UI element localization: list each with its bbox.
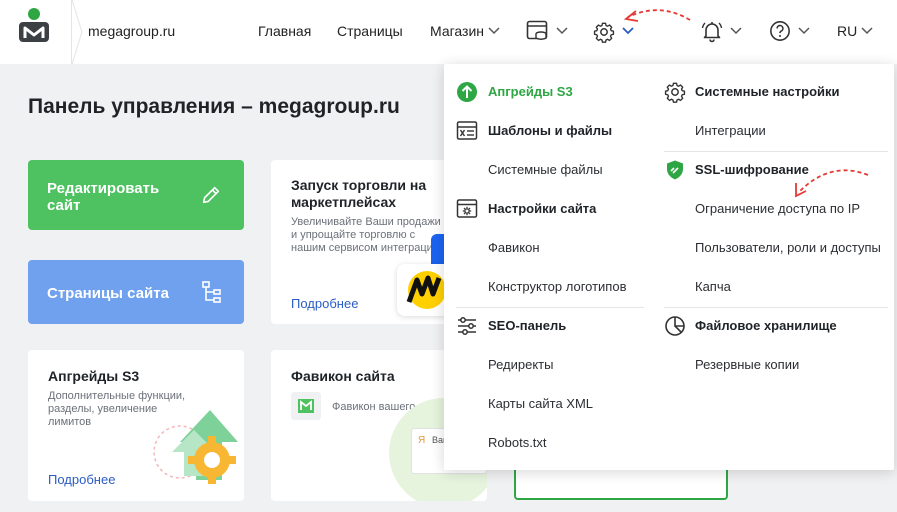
menu-ssl[interactable]: SSL-шифрование — [652, 151, 894, 190]
menu-seo-panel-label: SEO-панель — [488, 318, 567, 333]
menu-site-settings-label: Настройки сайта — [488, 201, 597, 216]
site-settings-icon — [456, 199, 478, 218]
menu-site-settings[interactable]: Настройки сайта — [444, 190, 650, 229]
help-icon[interactable] — [769, 20, 791, 42]
site-domain[interactable]: megagroup.ru — [88, 23, 175, 39]
nav-pages[interactable]: Страницы — [337, 23, 403, 39]
menu-templates-files[interactable]: Шаблоны и файлы — [444, 112, 650, 151]
menu-system-settings-label: Системные настройки — [695, 84, 840, 99]
arrow-up-circle-icon — [457, 82, 477, 102]
menu-backups-label: Резервные копии — [695, 357, 800, 372]
edit-site-label: Редактировать сайт — [47, 180, 160, 214]
chevron-down-icon[interactable] — [622, 27, 634, 35]
upgrades-more-link[interactable]: Подробнее — [48, 472, 115, 487]
top-header: megagroup.ru Главная Страницы Магазин RU — [0, 0, 897, 64]
shield-icon — [667, 160, 683, 180]
marketplaces-description: Увеличивайте Ваши продажи и упрощайте то… — [291, 216, 443, 254]
menu-system-settings[interactable]: Системные настройки — [652, 73, 894, 112]
nav-shop[interactable]: Магазин — [430, 23, 484, 39]
menu-templates-files-label: Шаблоны и файлы — [488, 123, 613, 138]
sliders-icon — [458, 317, 476, 335]
menu-ip-restriction[interactable]: Ограничение доступа по IP — [652, 190, 894, 229]
yandex-y-icon: Я — [418, 435, 426, 446]
menu-robots-txt-label: Robots.txt — [488, 435, 547, 450]
edit-site-button[interactable]: Редактировать сайт — [28, 160, 244, 230]
language-selector[interactable]: RU — [837, 23, 857, 39]
template-icon — [456, 121, 478, 140]
bell-icon[interactable] — [700, 19, 724, 43]
megagroup-logo-icon — [19, 8, 49, 42]
menu-ip-restriction-label: Ограничение доступа по IP — [695, 201, 861, 216]
menu-sitemaps-xml-label: Карты сайта XML — [488, 396, 594, 411]
menu-favicon-label: Фавикон — [488, 240, 540, 255]
background-card-fragment — [514, 470, 728, 500]
chevron-down-icon[interactable] — [488, 27, 500, 35]
menu-logo-constructor[interactable]: Конструктор логотипов — [444, 268, 650, 307]
chevron-down-icon[interactable] — [556, 27, 568, 35]
pie-chart-icon — [665, 316, 685, 336]
upgrade-illustration-icon — [153, 410, 238, 484]
menu-captcha-label: Капча — [695, 279, 731, 294]
chevron-down-icon[interactable] — [861, 27, 873, 35]
chevron-down-icon[interactable] — [798, 27, 810, 35]
menu-file-storage-label: Файловое хранилище — [695, 318, 837, 333]
menu-logo-constructor-label: Конструктор логотипов — [488, 279, 627, 294]
menu-users-roles[interactable]: Пользователи, роли и доступы — [652, 229, 894, 268]
site-pages-label: Страницы сайта — [47, 285, 169, 302]
site-pages-button[interactable]: Страницы сайта — [28, 260, 244, 324]
menu-file-storage[interactable]: Файловое хранилище — [652, 307, 894, 346]
nav-home[interactable]: Главная — [258, 23, 311, 39]
menu-seo-panel[interactable]: SEO-панель — [444, 307, 650, 346]
logo[interactable] — [0, 0, 72, 64]
favicon-m-icon — [298, 399, 314, 413]
menu-integrations[interactable]: Интеграции — [652, 112, 894, 151]
menu-system-files[interactable]: Системные файлы — [444, 151, 650, 190]
menu-ssl-label: SSL-шифрование — [695, 162, 809, 177]
menu-robots-txt[interactable]: Robots.txt — [444, 424, 650, 463]
chevron-down-icon[interactable] — [730, 27, 742, 35]
menu-system-files-label: Системные файлы — [488, 162, 603, 177]
menu-backups[interactable]: Резервные копии — [652, 346, 894, 385]
menu-redirects-label: Редиректы — [488, 357, 554, 372]
menu-upgrades-s3-label: Апгрейды S3 — [488, 84, 573, 99]
marketplaces-more-link[interactable]: Подробнее — [291, 296, 358, 311]
sitemap-icon — [202, 281, 221, 303]
menu-redirects[interactable]: Редиректы — [444, 346, 650, 385]
marketplaces-title: Запуск торговли на маркетплейсах — [291, 177, 427, 210]
settings-dropdown: Апгрейды S3 Шаблоны и файлы Системные фа… — [444, 64, 894, 470]
favicon-title: Фавикон сайта — [291, 368, 395, 384]
pencil-icon — [202, 186, 220, 204]
gear-icon[interactable] — [593, 21, 615, 43]
menu-integrations-label: Интеграции — [695, 123, 766, 138]
menu-users-roles-label: Пользователи, роли и доступы — [695, 240, 881, 255]
menu-favicon[interactable]: Фавикон — [444, 229, 650, 268]
gear-icon — [664, 82, 686, 103]
menu-upgrades-s3[interactable]: Апгрейды S3 — [444, 73, 650, 112]
upgrades-card[interactable]: Апгрейды S3 Дополнительные функции, разд… — [28, 350, 244, 501]
site-database-icon[interactable] — [526, 20, 550, 42]
menu-captcha[interactable]: Капча — [652, 268, 894, 307]
upgrades-title: Апгрейды S3 — [48, 368, 140, 384]
breadcrumb-divider — [72, 0, 83, 64]
menu-sitemaps-xml[interactable]: Карты сайта XML — [444, 385, 650, 424]
favicon-preview — [291, 392, 321, 420]
page-title: Панель управления – megagroup.ru — [28, 95, 400, 118]
